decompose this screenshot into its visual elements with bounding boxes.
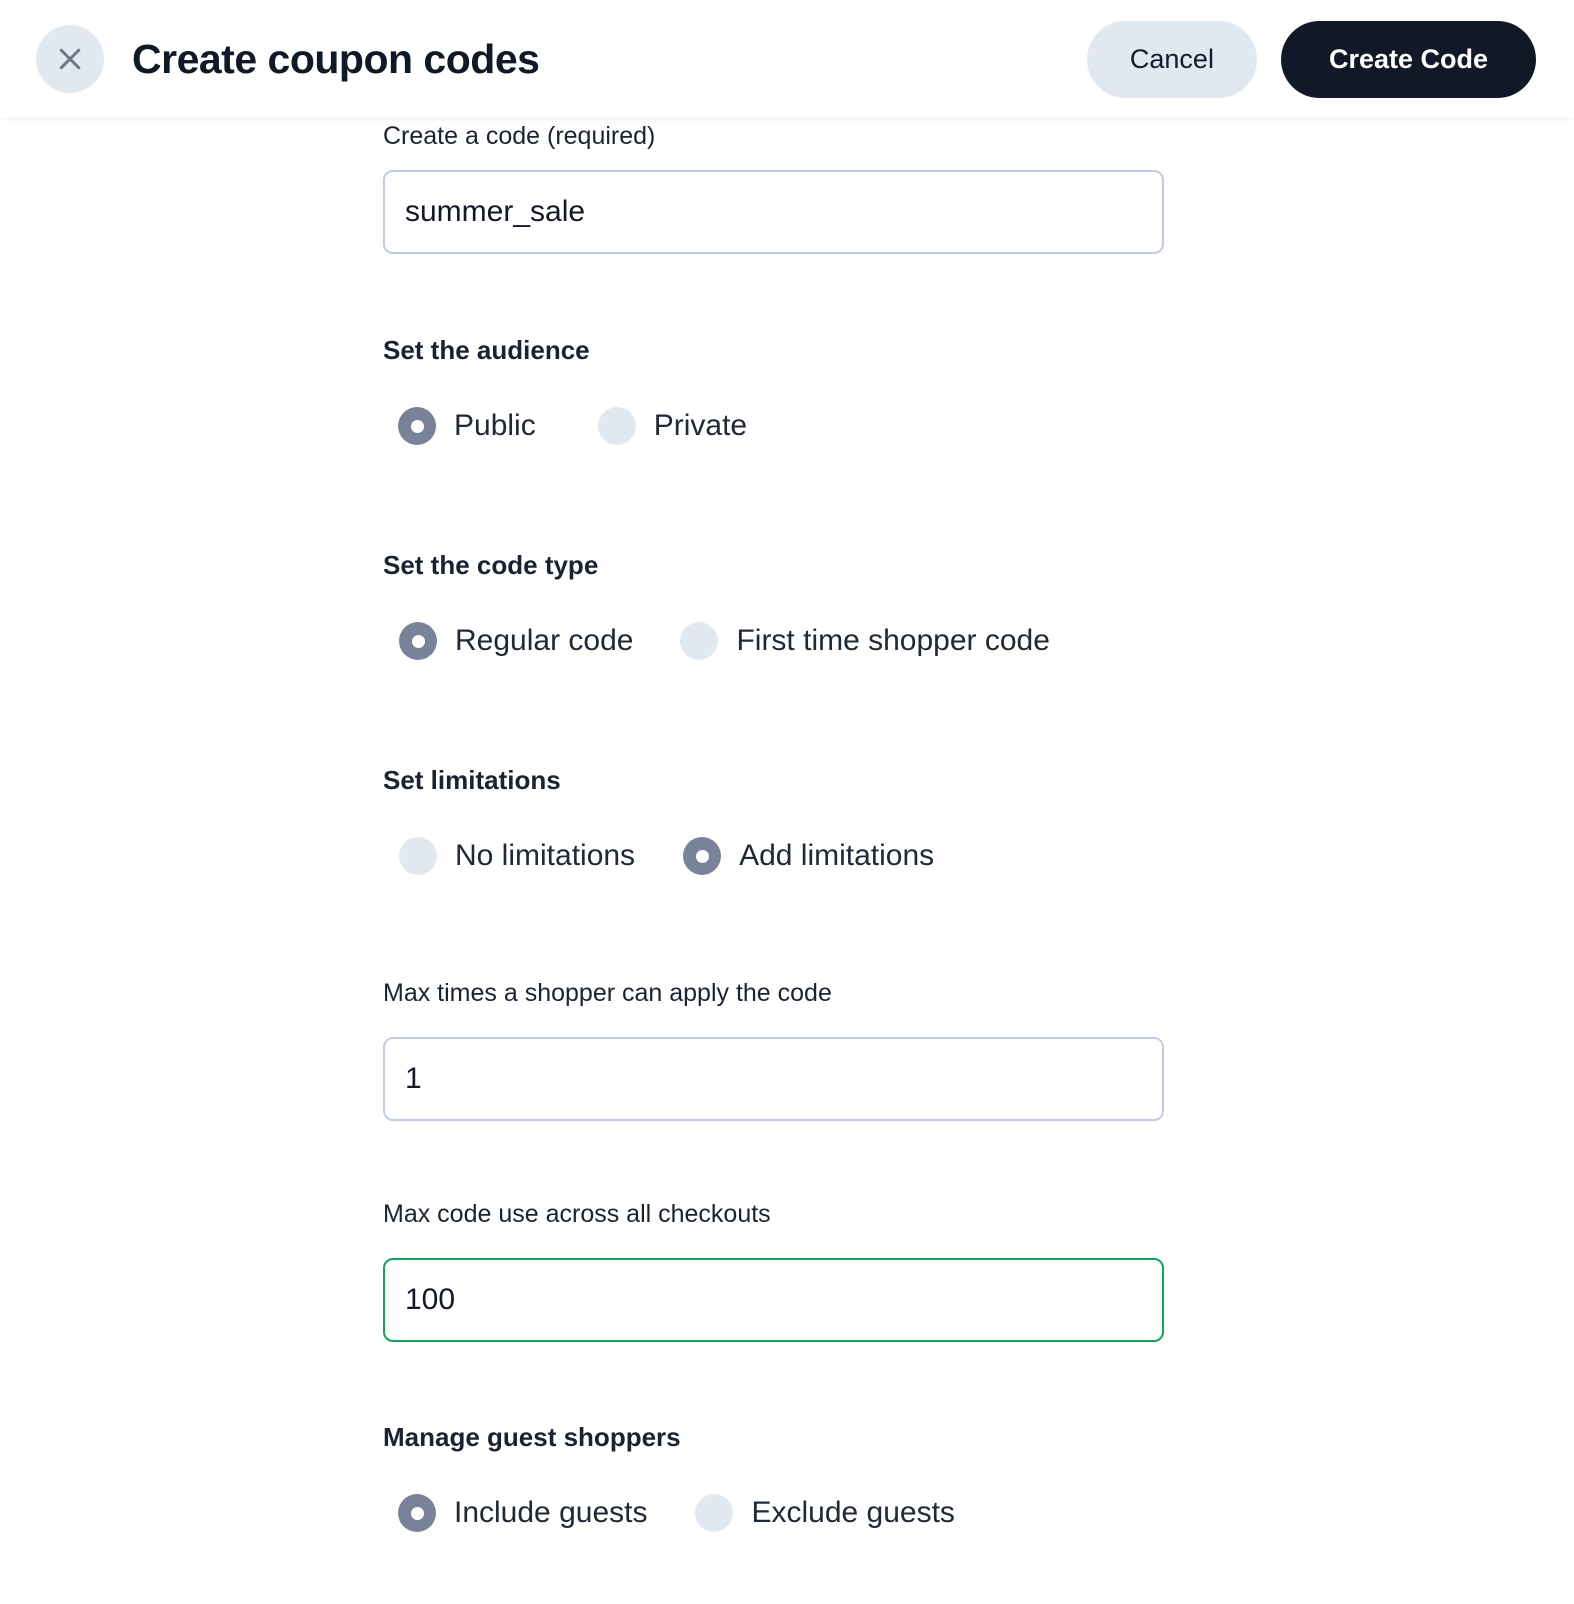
- modal-header: Create coupon codes Cancel Create Code: [0, 0, 1574, 118]
- radio-label-first-time-shopper-code: First time shopper code: [736, 624, 1050, 657]
- radio-indicator-exclude-guests[interactable]: [695, 1494, 734, 1532]
- create-code-input[interactable]: [383, 170, 1164, 254]
- radio-option-include-guests[interactable]: Include guests: [398, 1494, 647, 1532]
- radio-indicator-regular-code[interactable]: [399, 622, 437, 660]
- radio-label-include-guests: Include guests: [454, 1496, 648, 1529]
- limitations-radio-group: No limitations Add limitations: [399, 837, 934, 875]
- radio-option-public[interactable]: Public: [398, 407, 536, 445]
- radio-indicator-add-limitations[interactable]: [683, 837, 722, 875]
- radio-label-exclude-guests: Exclude guests: [751, 1496, 955, 1529]
- max-total-uses-input-wrap: [383, 1258, 1164, 1342]
- limitations-section-title-wrap: Set limitations: [383, 767, 561, 793]
- max-total-uses-input[interactable]: [383, 1258, 1164, 1342]
- create-code-label: Create a code (required): [383, 122, 656, 150]
- radio-option-no-limitations[interactable]: No limitations: [399, 837, 635, 875]
- radio-indicator-include-guests[interactable]: [398, 1494, 436, 1532]
- max-total-uses-label-wrap: Max code use across all checkouts: [383, 1202, 771, 1227]
- cancel-button[interactable]: Cancel: [1086, 20, 1257, 98]
- header-actions: Cancel Create Code: [1086, 20, 1536, 98]
- radio-label-private: Private: [653, 409, 748, 442]
- radio-label-no-limitations: No limitations: [455, 839, 636, 872]
- radio-indicator-public[interactable]: [398, 407, 436, 445]
- radio-option-exclude-guests[interactable]: Exclude guests: [695, 1494, 955, 1532]
- radio-label-add-limitations: Add limitations: [739, 839, 935, 872]
- max-total-uses-label: Max code use across all checkouts: [383, 1200, 771, 1228]
- radio-indicator-no-limitations[interactable]: [399, 837, 437, 875]
- audience-section-title-wrap: Set the audience: [383, 337, 590, 363]
- limitations-section-title: Set limitations: [383, 765, 561, 795]
- page-title: Create coupon codes: [132, 35, 540, 82]
- radio-indicator-private[interactable]: [597, 407, 636, 445]
- code-type-radio-group: Regular code First time shopper code: [399, 622, 1050, 660]
- max-per-shopper-input-wrap: [383, 1037, 1164, 1121]
- create-code-group: Create a code (required): [0, 124, 655, 149]
- close-icon: [55, 44, 85, 74]
- guest-shoppers-section-title: Manage guest shoppers: [383, 1422, 681, 1452]
- max-per-shopper-label-wrap: Max times a shopper can apply the code: [383, 981, 832, 1006]
- radio-indicator-first-time-shopper-code[interactable]: [680, 622, 719, 660]
- radio-label-public: Public: [454, 409, 536, 442]
- create-code-input-wrap: [383, 170, 1164, 254]
- audience-section-title: Set the audience: [383, 335, 590, 365]
- code-type-section-title-wrap: Set the code type: [383, 552, 598, 578]
- radio-option-regular-code[interactable]: Regular code: [399, 622, 633, 660]
- radio-option-first-time-shopper-code[interactable]: First time shopper code: [680, 622, 1050, 660]
- create-code-button[interactable]: Create Code: [1280, 20, 1536, 98]
- audience-radio-group: Public Private: [398, 407, 747, 445]
- radio-label-regular-code: Regular code: [455, 624, 634, 657]
- max-per-shopper-label: Max times a shopper can apply the code: [383, 979, 832, 1007]
- radio-option-private[interactable]: Private: [597, 407, 748, 445]
- guest-shoppers-section-title-wrap: Manage guest shoppers: [383, 1424, 681, 1450]
- close-button[interactable]: [36, 25, 104, 93]
- max-per-shopper-input[interactable]: [383, 1037, 1164, 1121]
- radio-option-add-limitations[interactable]: Add limitations: [683, 837, 934, 875]
- code-type-section-title: Set the code type: [383, 550, 599, 580]
- guest-shoppers-radio-group: Include guests Exclude guests: [398, 1494, 955, 1532]
